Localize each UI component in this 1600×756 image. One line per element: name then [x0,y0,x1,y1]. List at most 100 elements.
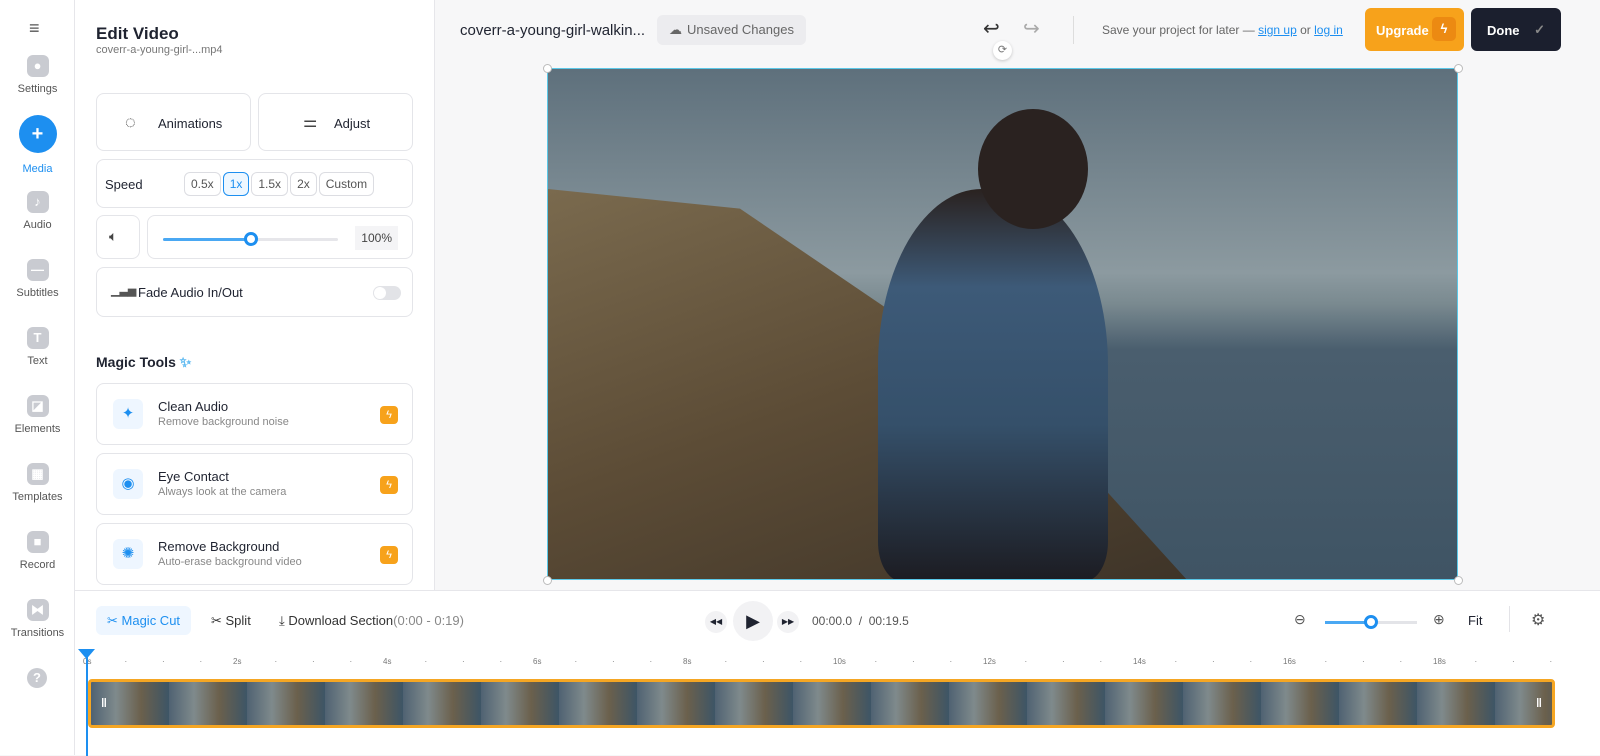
tick-dot: · [1099,657,1103,666]
zoom-in-icon[interactable]: ⊕ [1433,611,1445,628]
sidebar-item-audio[interactable]: ♪ Audio [0,191,75,231]
tick-dot: · [874,657,878,666]
adjust-button[interactable]: ⚌ Adjust [258,93,413,151]
speed-option[interactable]: 2x [290,172,317,196]
person-head [978,109,1088,229]
resize-handle[interactable] [543,64,552,73]
sidebar-item-templates[interactable]: ▦ Templates [0,463,75,503]
zoom-out-icon[interactable]: ⊖ [1294,611,1306,628]
tick-dot: · [1212,657,1215,666]
sidebar-item-elements[interactable]: ◪ Elements [0,395,75,435]
tool-subtitle: Auto-erase background video [158,556,302,568]
sidebar-item-label: Transitions [10,627,65,639]
rotate-icon[interactable]: ⟳ [993,41,1012,60]
resize-handle[interactable] [543,576,552,585]
music-note-icon: ♪ [26,191,49,213]
tool-title: Remove Background [158,539,280,554]
tick-label: 18s [1433,657,1446,666]
zoom-slider[interactable] [1325,615,1417,629]
sidebar-item-settings[interactable]: ● Settings [0,55,75,95]
fast-forward-icon[interactable]: ▶▶ [777,611,799,633]
timeline-area: ✂︎ Magic Cut ✂ Split ⤓ Download Section(… [75,590,1600,756]
undo-icon[interactable]: ↩ [983,16,1000,41]
tick-dot: · [1249,657,1253,666]
animations-button[interactable]: ◌ Animations [96,93,251,151]
video-preview[interactable] [547,68,1458,580]
tick-dot: · [574,657,578,666]
log-in-link[interactable]: log in [1314,23,1343,37]
fade-toggle[interactable] [373,286,401,300]
split-button[interactable]: ✂ Split [211,613,251,629]
person-figure [878,189,1108,579]
text-icon: T [26,327,49,349]
redo-icon[interactable]: ↪ [1023,16,1040,41]
tick-dot: · [762,657,765,666]
help-icon[interactable]: ? [27,668,47,688]
magic-cut-icon: ✂︎ [107,613,122,628]
sparkle-icon: ✦ [113,399,143,429]
sidebar-item-subtitles[interactable]: — Subtitles [0,259,75,299]
save-prompt: Save your project for later — sign up or… [1102,23,1343,37]
animations-label: Animations [158,116,223,131]
done-button[interactable]: Done ✓ [1471,8,1561,51]
speed-control: Speed 0.5x 1x 1.5x 2x Custom [96,159,413,208]
video-clip-track[interactable]: ‖ ‖ [88,679,1555,728]
play-button[interactable]: ▶ [733,601,773,641]
project-name[interactable]: coverr-a-young-girl-walkin... [460,22,645,39]
download-section-button[interactable]: ⤓ Download Section(0:00 - 0:19) [279,613,464,629]
trim-handle-right[interactable]: ‖ [1536,696,1542,710]
speed-option[interactable]: Custom [318,172,375,196]
plus-icon: + [18,115,57,153]
speed-option[interactable]: 0.5x [184,172,221,196]
sidebar-item-media[interactable]: + Media [0,115,75,175]
magic-tool-clean-audio[interactable]: ✦ Clean Audio Remove background noise ϟ [96,383,413,445]
tick-label: 6s [533,657,542,666]
tick-dot: · [1324,657,1328,666]
upgrade-button[interactable]: Upgrade ϟ [1365,8,1464,51]
unsaved-changes-badge: ☁ Unsaved Changes [657,15,806,45]
tick-dot: · [199,657,203,666]
tool-title: Eye Contact [158,469,229,484]
fade-label: Fade Audio In/Out [138,285,243,300]
zoom-slider-thumb[interactable] [1364,615,1378,629]
tick-dot: · [424,657,428,666]
magic-tool-eye-contact[interactable]: ◉ Eye Contact Always look at the camera ϟ [96,453,413,515]
volume-slider-thumb[interactable] [243,232,258,246]
fit-button[interactable]: Fit [1468,613,1482,628]
tick-dot: · [499,657,503,666]
magic-tool-remove-background[interactable]: ✺ Remove Background Auto-erase background … [96,523,413,585]
tick-dot: · [1474,657,1478,666]
signal-icon: ▁▃▅ [111,285,137,297]
menu-icon[interactable]: ≡ [29,18,40,39]
sidebar-item-label: Audio [23,219,52,231]
volume-control: 100% [147,215,413,259]
tick-label: 2s [233,657,242,666]
volume-button[interactable]: 🔈︎ [96,215,140,259]
resize-handle[interactable] [1454,64,1463,73]
speed-option[interactable]: 1x [222,172,250,196]
transitions-icon: ⧓ [26,599,49,621]
sidebar-item-label: Text [27,355,48,367]
tick-label: 10s [833,657,846,666]
sidebar-item-text[interactable]: T Text [0,327,75,367]
tick-dot: · [912,657,915,666]
sidebar-item-label: Settings [17,83,58,95]
volume-slider[interactable] [163,232,338,246]
tool-title: Clean Audio [158,399,229,414]
sidebar-item-record[interactable]: ■ Record [0,531,75,571]
record-icon: ■ [26,531,49,553]
speed-option[interactable]: 1.5x [251,172,289,196]
sidebar-item-transitions[interactable]: ⧓ Transitions [0,599,75,639]
settings-gear-icon[interactable]: ⚙ [1531,610,1545,630]
trim-handle-left[interactable]: ‖ [101,696,107,710]
magic-cut-button[interactable]: ✂︎ Magic Cut [96,606,192,635]
tick-dot: · [162,657,165,666]
sign-up-link[interactable]: sign up [1258,23,1297,37]
resize-handle[interactable] [1454,576,1463,585]
tick-dot: · [1062,657,1065,666]
sparkles-icon: ✨︎ [179,354,192,370]
rewind-icon[interactable]: ◀◀ [705,611,727,633]
tick-label: 16s [1283,657,1296,666]
sliders-icon: ⚌ [303,114,318,131]
tick-dot: · [949,657,953,666]
